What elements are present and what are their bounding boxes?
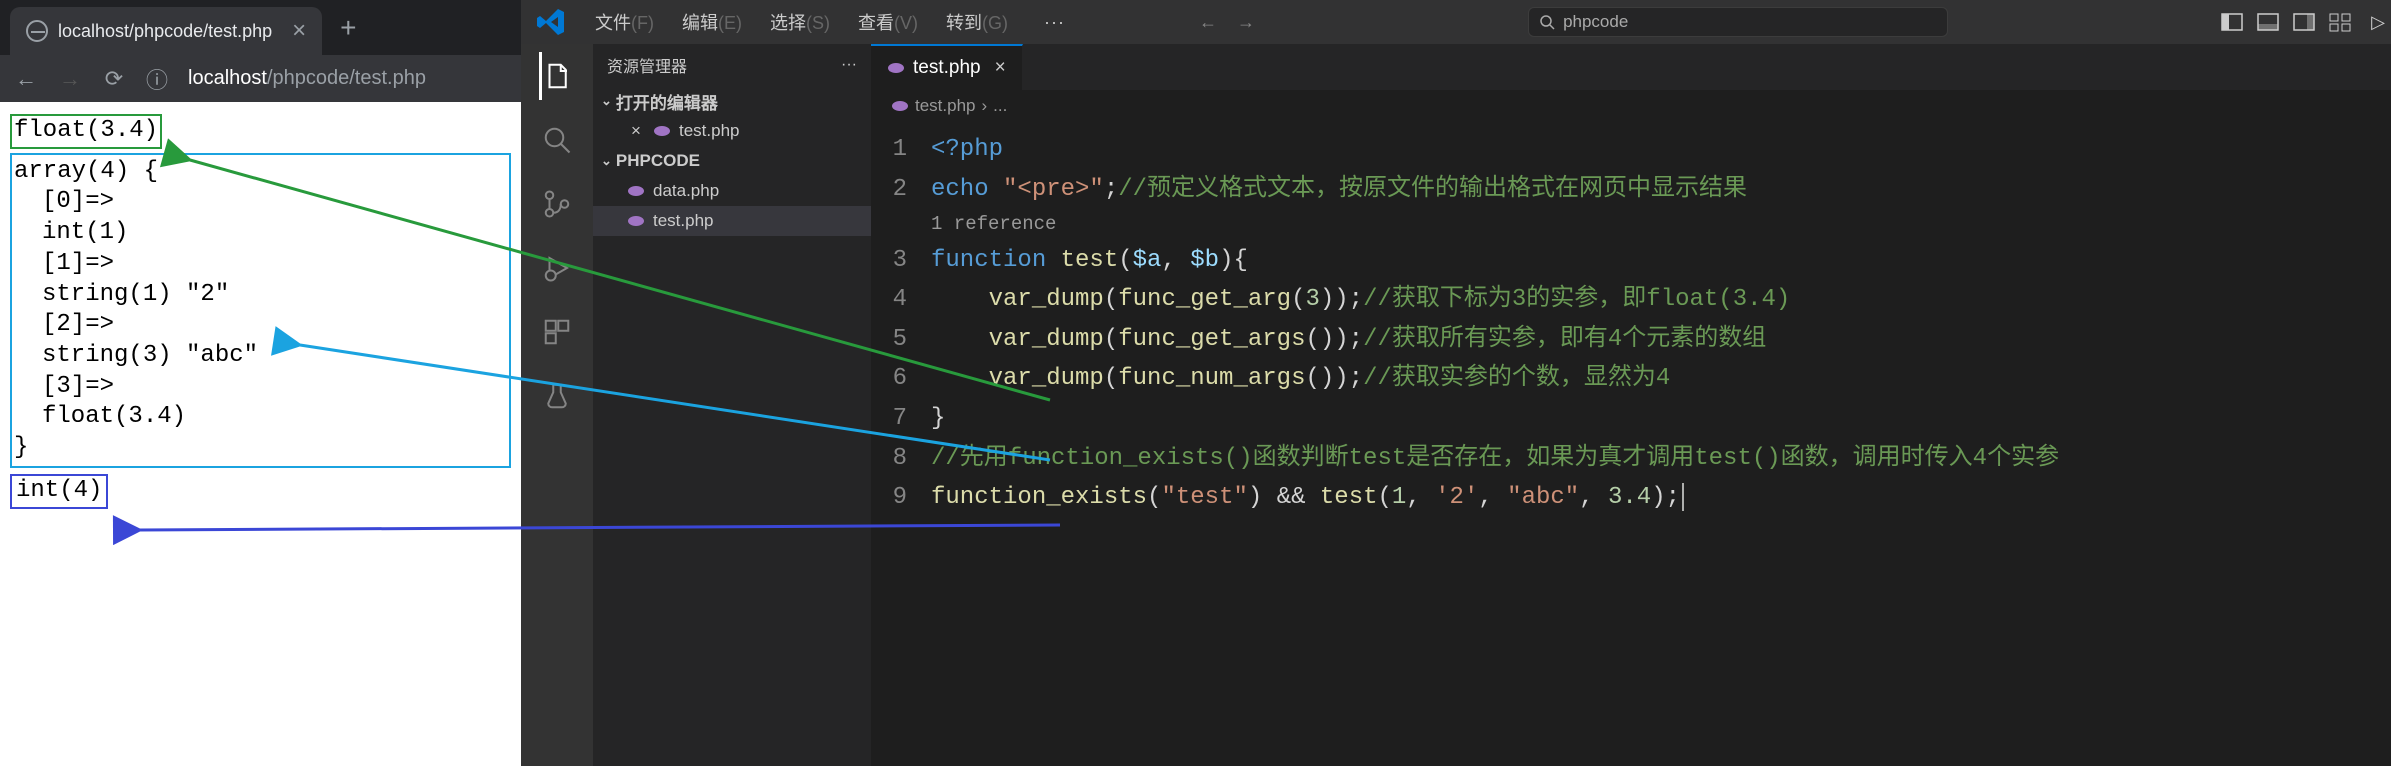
- editor-tabbar: test.php ×: [871, 44, 2391, 90]
- php-icon: [891, 99, 909, 113]
- browser-tab[interactable]: localhost/phpcode/test.php ×: [10, 7, 322, 55]
- layout-controls: [2221, 11, 2351, 33]
- layout-panel-icon[interactable]: [2257, 11, 2279, 33]
- layout-secondary-icon[interactable]: [2293, 11, 2315, 33]
- array-close: }: [14, 433, 503, 464]
- array-row: string(1) "2": [14, 280, 503, 311]
- explorer-icon[interactable]: [539, 58, 575, 94]
- editor-tab[interactable]: test.php ×: [871, 44, 1023, 90]
- output-int: int(4): [10, 474, 108, 509]
- text-cursor: [1682, 483, 1684, 511]
- activity-bar: [521, 44, 593, 766]
- php-icon: [627, 214, 645, 228]
- layout-customize-icon[interactable]: [2329, 11, 2351, 33]
- code-editor[interactable]: 1<?php 2echo "<pre>";//预定义格式文本，按原文件的输出格式…: [871, 122, 2391, 518]
- output-array-box: array(4) { [0]=> int(1) [1]=> string(1) …: [10, 153, 511, 468]
- open-editor-item[interactable]: × test.php: [593, 116, 871, 146]
- open-editors-section[interactable]: ⌄打开的编辑器: [593, 86, 871, 116]
- browser-window: localhost/phpcode/test.php × + ← → ⟳ ⓘ l…: [0, 0, 521, 766]
- close-icon[interactable]: ×: [627, 121, 645, 141]
- array-row: [3]=>: [14, 372, 503, 403]
- menu-more[interactable]: ···: [1030, 12, 1079, 33]
- site-info-icon[interactable]: ⓘ: [146, 63, 168, 95]
- close-icon[interactable]: ×: [995, 57, 1006, 79]
- close-icon[interactable]: ×: [292, 17, 306, 45]
- command-center[interactable]: phpcode: [1255, 7, 2221, 37]
- run-icon[interactable]: ▷: [2371, 12, 2385, 33]
- browser-tabstrip: localhost/phpcode/test.php × +: [0, 0, 521, 55]
- titlebar: 文件(F) 编辑(E) 选择(S) 查看(V) 转到(G) ··· ← → ph…: [521, 0, 2391, 44]
- search-icon: [1539, 14, 1555, 30]
- address-bar[interactable]: localhost/phpcode/test.php: [188, 67, 426, 90]
- menu-selection[interactable]: 选择(S): [756, 9, 844, 35]
- layout-primary-icon[interactable]: [2221, 11, 2243, 33]
- reload-button[interactable]: ⟳: [102, 66, 126, 92]
- titlebar-nav: ← →: [1199, 12, 1255, 33]
- run-debug-icon[interactable]: [539, 250, 575, 286]
- output-float: float(3.4): [10, 114, 162, 149]
- php-icon: [887, 61, 905, 75]
- file-item[interactable]: test.php: [593, 206, 871, 236]
- extensions-icon[interactable]: [539, 314, 575, 350]
- array-row: [0]=>: [14, 187, 503, 218]
- testing-icon[interactable]: [539, 378, 575, 414]
- file-item[interactable]: data.php: [593, 176, 871, 206]
- search-text: phpcode: [1563, 12, 1628, 32]
- source-control-icon[interactable]: [539, 186, 575, 222]
- editor-area: test.php × test.php › ... 1<?php 2echo "…: [871, 44, 2391, 766]
- array-header: array(4) {: [14, 157, 503, 188]
- menu-go[interactable]: 转到(G): [932, 9, 1022, 35]
- new-tab-button[interactable]: +: [340, 12, 356, 44]
- array-row: string(3) "abc": [14, 341, 503, 372]
- menu-view[interactable]: 查看(V): [844, 9, 932, 35]
- vscode-window: 文件(F) 编辑(E) 选择(S) 查看(V) 转到(G) ··· ← → ph…: [521, 0, 2391, 766]
- search-icon[interactable]: [539, 122, 575, 158]
- browser-toolbar: ← → ⟳ ⓘ localhost/phpcode/test.php: [0, 55, 521, 102]
- array-row: int(1): [14, 218, 503, 249]
- globe-icon: [26, 20, 48, 42]
- url-path: /phpcode/test.php: [267, 67, 426, 89]
- array-row: float(3.4): [14, 402, 503, 433]
- nav-forward-icon[interactable]: →: [1237, 12, 1255, 33]
- nav-back-icon[interactable]: ←: [1199, 12, 1217, 33]
- page-content: float(3.4) array(4) { [0]=> int(1) [1]=>…: [0, 102, 521, 766]
- array-row: [1]=>: [14, 249, 503, 280]
- code-lens[interactable]: 1 reference: [931, 209, 2391, 240]
- php-icon: [627, 184, 645, 198]
- project-section[interactable]: ⌄PHPCODE: [593, 146, 871, 176]
- forward-button[interactable]: →: [58, 66, 82, 92]
- chevron-right-icon: ›: [982, 96, 988, 116]
- sidebar: 资源管理器 ··· ⌄打开的编辑器 × test.php ⌄PHPCODE da…: [593, 44, 871, 766]
- url-host: localhost: [188, 67, 267, 89]
- menu-file[interactable]: 文件(F): [581, 9, 668, 35]
- vscode-logo-icon: [535, 6, 567, 38]
- back-button[interactable]: ←: [14, 66, 38, 92]
- menu-edit[interactable]: 编辑(E): [668, 9, 756, 35]
- sidebar-more-icon[interactable]: ···: [841, 56, 857, 74]
- browser-tab-title: localhost/phpcode/test.php: [58, 21, 272, 42]
- php-icon: [653, 124, 671, 138]
- sidebar-title: 资源管理器: [607, 53, 687, 77]
- breadcrumb[interactable]: test.php › ...: [871, 90, 2391, 122]
- array-row: [2]=>: [14, 310, 503, 341]
